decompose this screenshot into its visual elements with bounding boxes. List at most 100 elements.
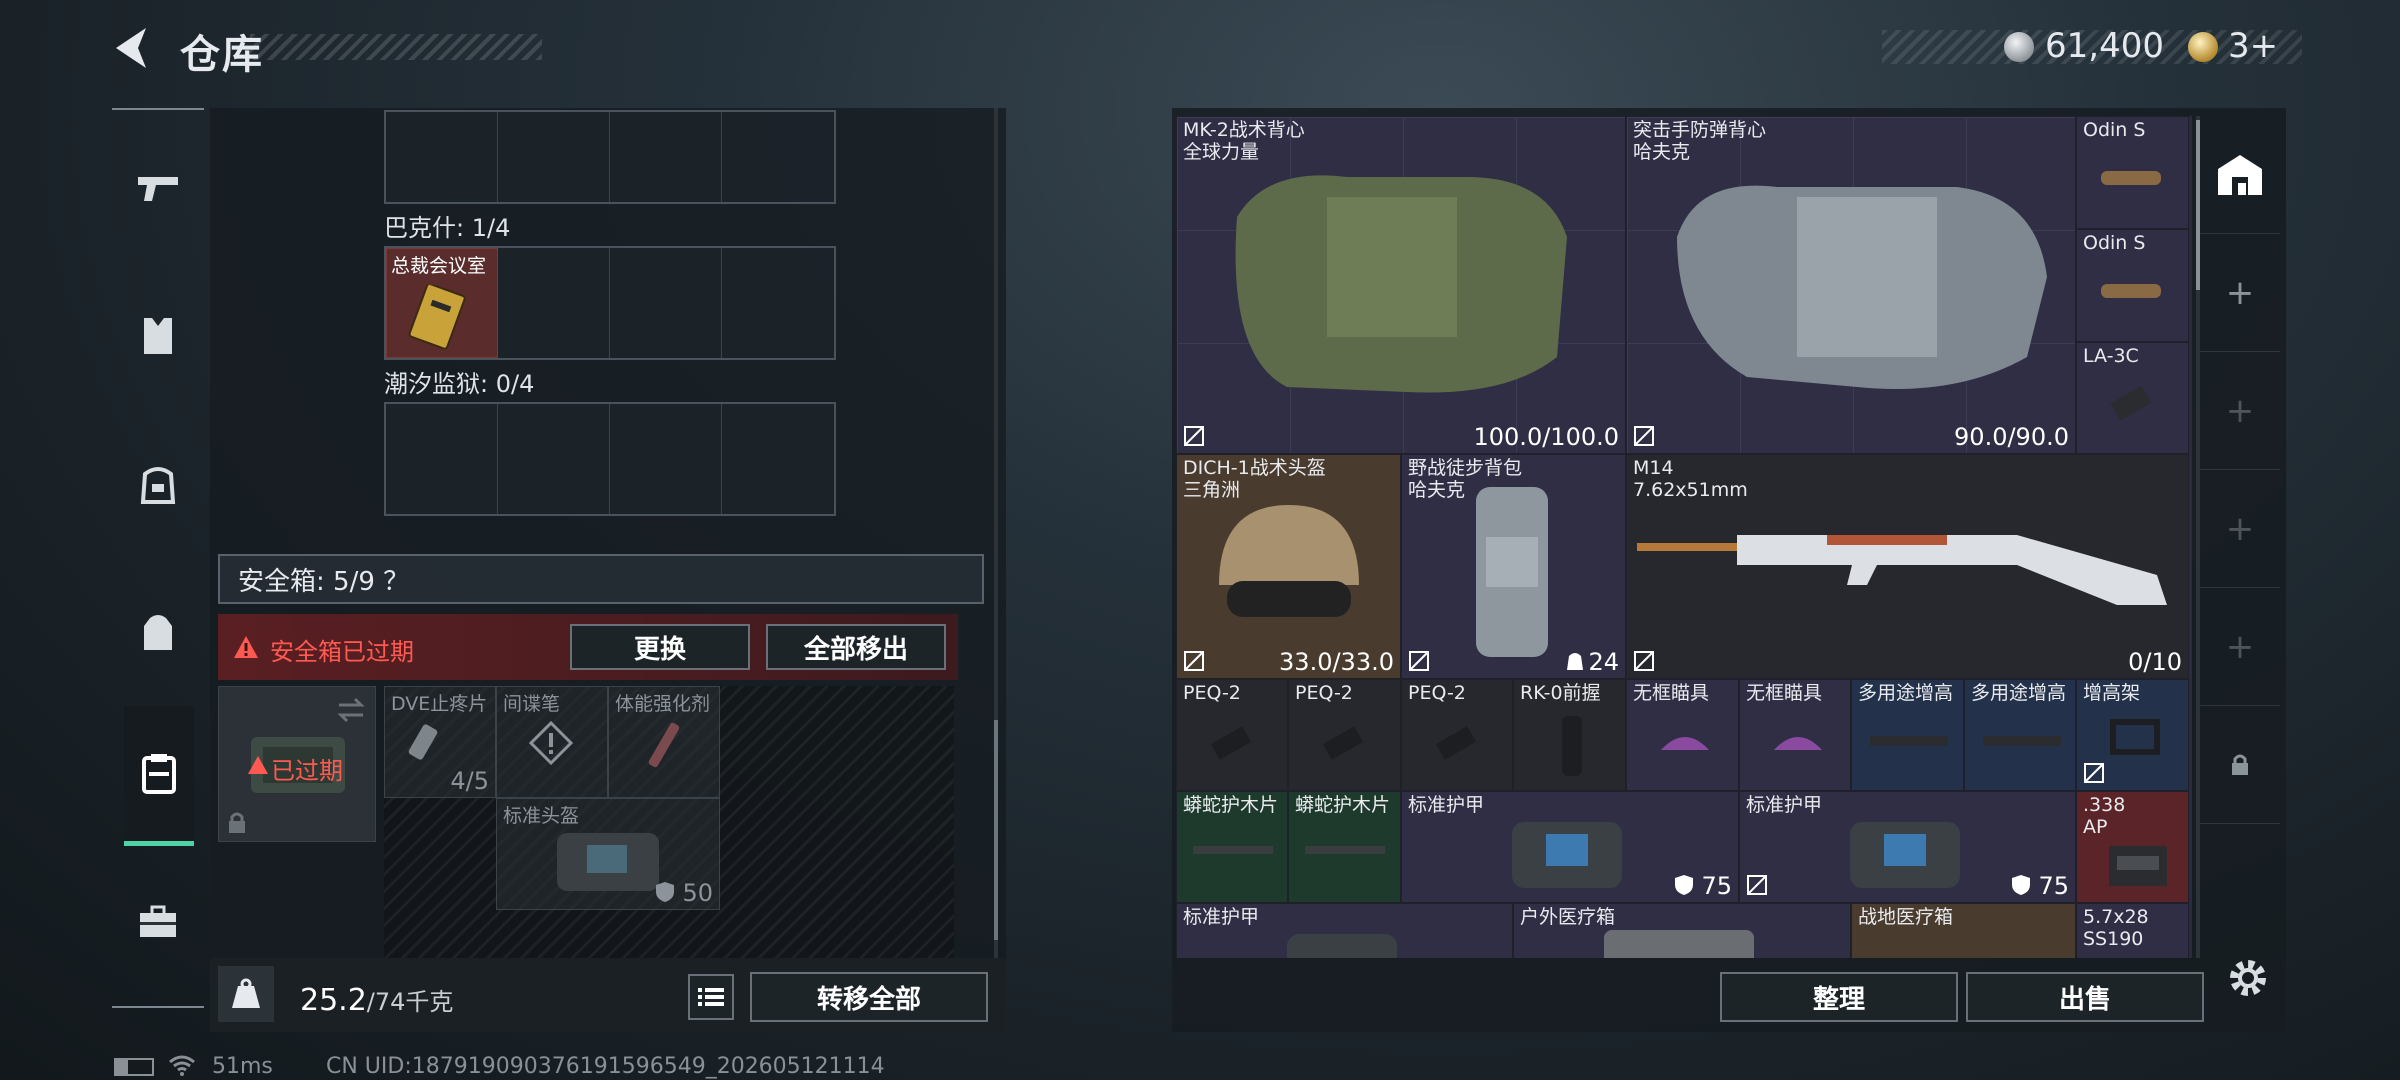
key-item-label: 总裁会议室 (391, 255, 487, 277)
item-name: Odin S (2083, 232, 2146, 254)
weight-max: /74千克 (366, 988, 454, 1016)
left-scrollbar-thumb[interactable] (994, 720, 998, 940)
item-durability: 90.0/90.0 (1954, 423, 2069, 451)
nav-vest[interactable] (120, 298, 196, 374)
nav-toolbox[interactable] (120, 884, 196, 960)
item-name: PEQ-2 (1408, 682, 1466, 704)
item-name: 标准护甲 (1183, 906, 1260, 928)
handguard-icon (1305, 846, 1385, 854)
item-field-medkit[interactable]: 战地医疗箱 (1851, 903, 2076, 958)
item-name: PEQ-2 (1295, 682, 1353, 704)
item-multi-riser-2[interactable]: 多用途增高 (1964, 679, 2076, 791)
item-frameless-sight-1[interactable]: 无框瞄具 (1626, 679, 1739, 791)
item-durability: 50 (682, 879, 713, 907)
silver-coin-icon (2004, 32, 2034, 62)
item-python-handguard-1[interactable]: 蟒蛇护木片 (1176, 791, 1288, 903)
sort-button[interactable]: 整理 (1720, 972, 1958, 1022)
unsearched-icon (2084, 763, 2104, 783)
backpack-icon (1476, 487, 1548, 657)
item-odin-s-1[interactable]: Odin S (2076, 116, 2189, 229)
item-name: 无框瞄具 (1633, 682, 1710, 704)
prison-key-grid (384, 402, 836, 516)
laser-icon (1435, 726, 1477, 760)
uid-text: CN UID:1879190903761915965​49_2026051211… (326, 1054, 885, 1079)
tab-add-container-1[interactable]: + (2200, 234, 2280, 352)
nav-backpack[interactable] (120, 594, 196, 670)
bakshi-label: 巴克什: 1/4 (384, 214, 511, 242)
item-name: 标准护甲 (1746, 794, 1823, 816)
tactical-vest-icon (1235, 175, 1567, 393)
plus-icon: + (2225, 390, 2255, 431)
armor-bag-icon (1287, 934, 1397, 958)
weight-kg-icon (232, 978, 260, 1008)
ammo-box-icon (2109, 846, 2167, 886)
expired-warning-bar: 安全箱已过期 更换 全部移出 (218, 614, 958, 680)
tab-storage[interactable] (2200, 116, 2280, 234)
remove-all-button[interactable]: 全部移出 (766, 624, 946, 670)
list-view-button[interactable] (688, 974, 734, 1020)
safe-box-header: 安全箱: 5/9 ？ (218, 554, 984, 604)
item-frameless-sight-2[interactable]: 无框瞄具 (1739, 679, 1851, 791)
painkiller-icon (408, 724, 438, 760)
warning-icon (234, 636, 258, 658)
pistol-icon (138, 177, 178, 201)
nav-weapons[interactable] (120, 150, 196, 226)
laser-icon (2110, 385, 2152, 421)
sell-button[interactable]: 出售 (1966, 972, 2204, 1022)
item-name: 5.7x28 SS190 (2083, 906, 2149, 950)
item-la-3c[interactable]: LA-3C (2076, 342, 2189, 454)
item-standard-armor-3[interactable]: 标准护甲 (1176, 903, 1513, 958)
item-odin-s-2[interactable]: Odin S (2076, 229, 2189, 342)
item-m14-rifle[interactable]: M14 7.62x51mm 0/10 (1626, 454, 2189, 679)
tab-locked[interactable] (2200, 706, 2280, 824)
key-card-slot[interactable]: 总裁会议室 (386, 248, 498, 358)
safe-item-painkiller[interactable]: DVE止疼片 4/5 (384, 686, 496, 798)
expired-message: 安全箱已过期 (270, 638, 414, 666)
silver-amount: 61,400 (2045, 26, 2164, 66)
item-riser-mount[interactable]: 增高架 (2076, 679, 2189, 791)
item-name: 多用途增高 (1971, 682, 2067, 704)
tab-add-container-2[interactable]: + (2200, 352, 2280, 470)
item-count: 4/5 (450, 767, 489, 795)
transfer-all-button[interactable]: 转移全部 (750, 972, 988, 1022)
lock-icon (229, 812, 245, 833)
item-name: 蟒蛇护木片 (1183, 794, 1279, 816)
item-peq2-3[interactable]: PEQ-2 (1401, 679, 1513, 791)
item-name: 增高架 (2083, 682, 2141, 704)
safe-item-spy-pen[interactable]: 间谍笔 (496, 686, 608, 798)
item-outdoor-medkit[interactable]: 户外医疗箱 (1513, 903, 1851, 958)
nav-safe-box[interactable] (124, 706, 194, 846)
item-rk0-grip[interactable]: RK-0前握 (1513, 679, 1626, 791)
backpack-icon (144, 615, 172, 650)
unsearched-icon (1747, 875, 1767, 895)
item-338-ap-ammo[interactable]: .338 AP (2076, 791, 2189, 903)
safe-item-stimulant[interactable]: 体能强化剂 (608, 686, 720, 798)
back-button[interactable] (108, 22, 160, 74)
item-peq2-2[interactable]: PEQ-2 (1288, 679, 1401, 791)
tab-add-container-3[interactable]: + (2200, 470, 2280, 588)
item-dich1-helmet[interactable]: DICH-1战术头盔 三角洲 33.0/33.0 (1176, 454, 1401, 679)
item-mk2-vest[interactable]: MK-2战术背心 全球力量 100.0/100.0 (1176, 116, 1626, 454)
unsearched-icon (1184, 651, 1204, 671)
capacity-icon (1567, 653, 1583, 670)
item-57x28-ammo[interactable]: 5.7x28 SS190 (2076, 903, 2189, 958)
item-standard-armor-2[interactable]: 标准护甲 75 (1739, 791, 2076, 903)
item-field-backpack[interactable]: 野战徒步背包 哈夫克 24 (1401, 454, 1626, 679)
tab-add-container-4[interactable]: + (2200, 588, 2280, 706)
item-peq2-1[interactable]: PEQ-2 (1176, 679, 1288, 791)
item-multi-riser-1[interactable]: 多用途增高 (1851, 679, 1964, 791)
expired-safe-case[interactable]: 已过期 (218, 686, 376, 842)
item-name: 无框瞄具 (1746, 682, 1823, 704)
weight-icon-box (218, 966, 274, 1022)
item-python-handguard-2[interactable]: 蟒蛇护木片 (1288, 791, 1401, 903)
item-assault-vest[interactable]: 突击手防弹背心 哈夫克 90.0/90.0 (1626, 116, 2076, 454)
key-slots-top (384, 110, 836, 204)
item-standard-armor-1[interactable]: 标准护甲 75 (1401, 791, 1739, 903)
replace-button[interactable]: 更换 (570, 624, 750, 670)
item-durability: 100.0/100.0 (1473, 423, 1620, 451)
gold-amount[interactable]: 3+ (2228, 26, 2278, 66)
settings-button[interactable] (2224, 954, 2272, 1002)
safe-item-helmet[interactable]: 标准头盔 50 (496, 798, 720, 910)
medkit-icon (1604, 930, 1754, 958)
nav-helmet[interactable] (120, 448, 196, 524)
